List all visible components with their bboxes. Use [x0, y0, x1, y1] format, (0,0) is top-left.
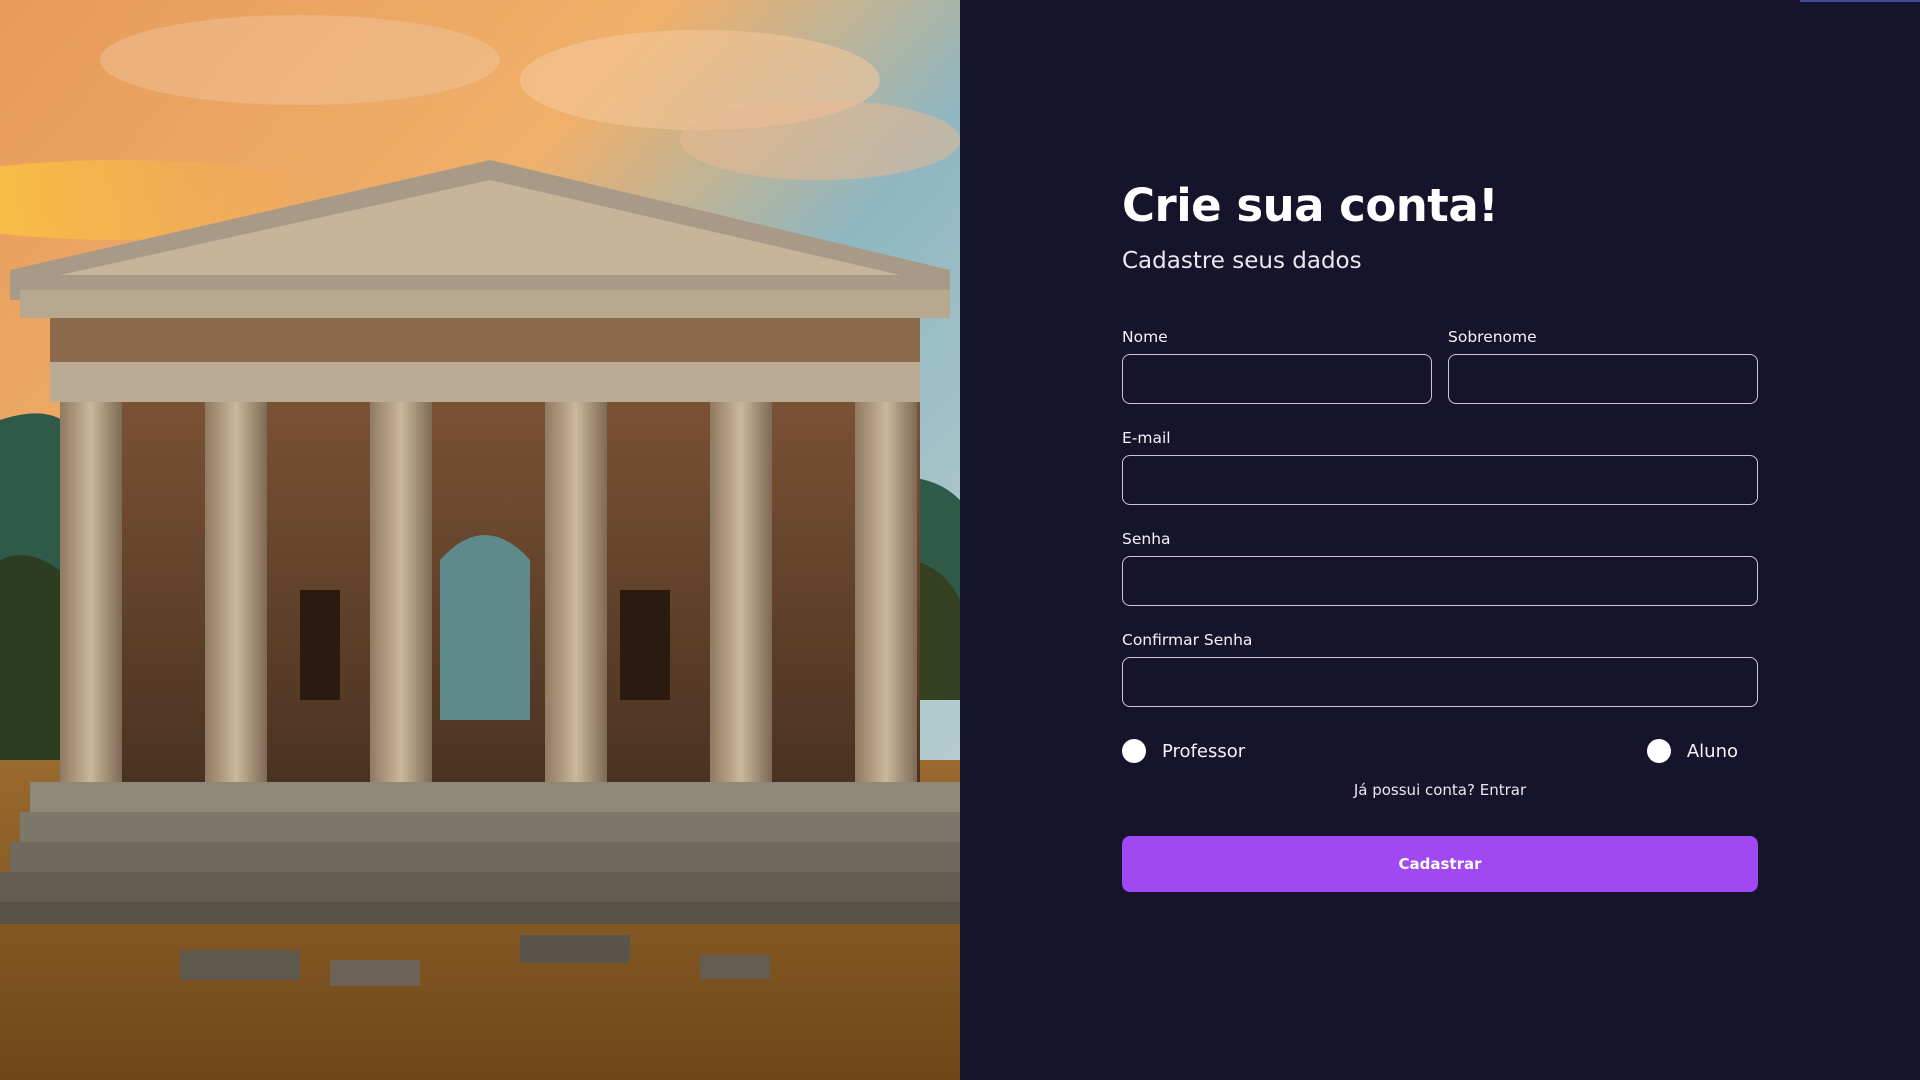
- signup-panel: Crie sua conta! Cadastre seus dados Nome…: [960, 0, 1920, 1080]
- confirm-password-input[interactable]: [1122, 657, 1758, 707]
- hero-image: [0, 0, 960, 1080]
- last-name-group: Sobrenome: [1448, 326, 1758, 404]
- page-title: Crie sua conta!: [1122, 179, 1499, 232]
- teacher-radio[interactable]: [1122, 739, 1146, 763]
- signup-page: Crie sua conta! Cadastre seus dados Nome…: [0, 0, 1920, 1080]
- confirm-password-group: Confirmar Senha: [1122, 629, 1758, 707]
- role-selector: Professor Aluno: [1122, 739, 1758, 763]
- login-prompt-line: Já possui conta? Entrar: [1122, 781, 1758, 799]
- password-input[interactable]: [1122, 556, 1758, 606]
- submit-button[interactable]: Cadastrar: [1122, 836, 1758, 892]
- last-name-label: Sobrenome: [1448, 328, 1537, 346]
- confirm-password-label: Confirmar Senha: [1122, 631, 1253, 649]
- email-input[interactable]: [1122, 455, 1758, 505]
- login-link[interactable]: Entrar: [1480, 781, 1526, 799]
- page-subtitle: Cadastre seus dados: [1122, 248, 1362, 274]
- last-name-input[interactable]: [1448, 354, 1758, 404]
- student-radio[interactable]: [1646, 739, 1671, 763]
- greek-temple-illustration: [0, 0, 960, 1080]
- email-label: E-mail: [1122, 429, 1171, 447]
- fields-stack: E-mail Senha Confirmar Senha: [1122, 404, 1758, 707]
- password-group: Senha: [1122, 528, 1758, 606]
- role-option-student[interactable]: Aluno: [1646, 739, 1738, 763]
- login-prompt-text: Já possui conta?: [1353, 781, 1475, 799]
- teacher-label: Professor: [1162, 740, 1246, 762]
- top-accent-strip: [1800, 0, 1920, 2]
- password-label: Senha: [1122, 530, 1171, 548]
- role-option-teacher[interactable]: Professor: [1122, 739, 1245, 763]
- first-name-group: Nome: [1122, 326, 1432, 404]
- email-group: E-mail: [1122, 427, 1758, 505]
- name-row: Nome Sobrenome: [1122, 326, 1758, 404]
- first-name-label: Nome: [1122, 328, 1168, 346]
- signup-form: Crie sua conta! Cadastre seus dados Nome…: [1122, 178, 1758, 892]
- first-name-input[interactable]: [1122, 354, 1432, 404]
- student-label: Aluno: [1686, 740, 1738, 762]
